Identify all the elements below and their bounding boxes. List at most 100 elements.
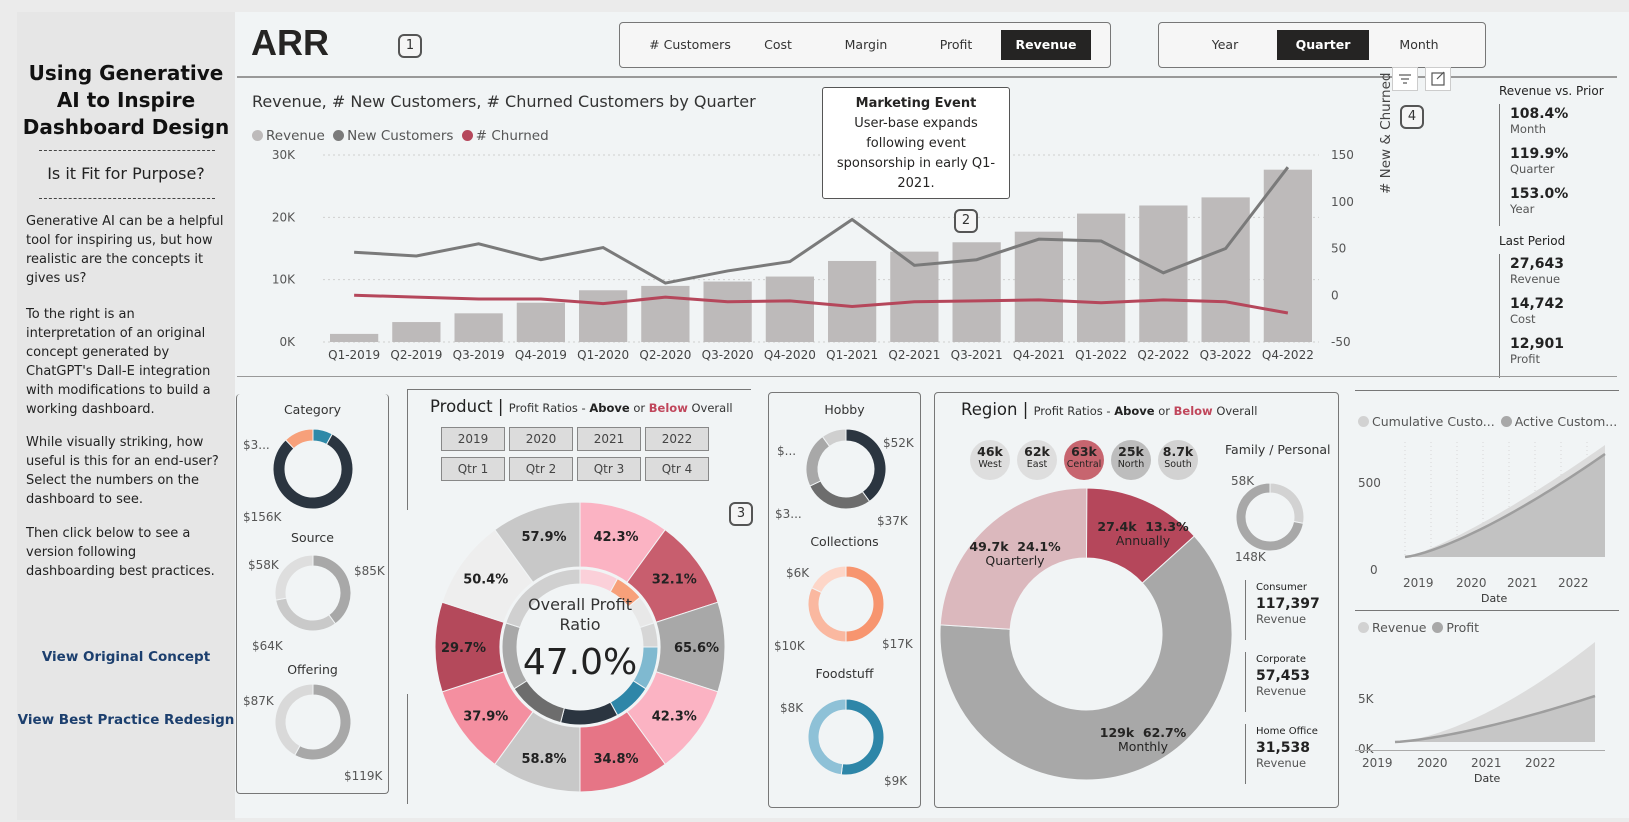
sidebar-paragraph-1: Generative AI can be a helpful tool for … [26, 214, 224, 286]
segment-label: 34.8% [593, 752, 638, 767]
kpi-month[interactable]: 108.4% Month [1510, 106, 1568, 136]
x-axis-label: Date [1474, 772, 1501, 785]
segment-consumer[interactable]: Consumer 117,397 Revenue [1256, 582, 1320, 626]
revenue-bar[interactable] [392, 322, 441, 342]
legend-dot [1432, 622, 1444, 633]
region-bubble-east[interactable]: 62k East [1017, 440, 1057, 480]
or-label: or [629, 401, 649, 415]
title-separator: | [1017, 400, 1034, 419]
kpi-quarter[interactable]: 119.9% Quarter [1510, 146, 1568, 176]
legend-active-customers[interactable]: Active Custom... [1515, 414, 1617, 429]
revenue-bar[interactable] [828, 260, 877, 342]
revenue-bar[interactable] [1263, 169, 1312, 342]
y2-tick-label: 0 [1331, 288, 1339, 302]
kpi-last-profit[interactable]: 12,901 Profit [1510, 336, 1564, 366]
source-donut-slice[interactable] [312, 554, 352, 625]
quarter-slicer-1[interactable]: Qtr 1 [441, 457, 505, 481]
x-axis-label: Date [1481, 592, 1508, 605]
revenue-bar[interactable] [330, 333, 379, 342]
x-tick: 2020 [1456, 576, 1487, 590]
offering-donut-slice[interactable] [274, 683, 314, 756]
bubble-label: East [1026, 459, 1048, 470]
segment-label: 50.4% [463, 573, 508, 588]
category-donut-slice[interactable] [272, 433, 354, 510]
kpi-last-cost[interactable]: 14,742 Cost [1510, 296, 1564, 326]
segment-label: 58.8% [521, 752, 566, 767]
hobby-donut-slice[interactable] [845, 428, 887, 503]
below-label: Below [1173, 404, 1213, 418]
y2-tick-label: 50 [1331, 242, 1346, 256]
divider [407, 389, 751, 391]
revenue-bar[interactable] [579, 290, 628, 342]
revenue-bar[interactable] [454, 313, 503, 342]
divider [237, 376, 1617, 377]
divider [1245, 652, 1246, 712]
revenue-bar[interactable] [952, 242, 1001, 342]
hobby-donut-slice[interactable] [809, 480, 871, 510]
annually-slice-label[interactable]: 27.4k 13.3% Annually [1093, 520, 1193, 548]
legend-profit[interactable]: Profit [1446, 620, 1479, 635]
quarter-slicer-4[interactable]: Qtr 4 [645, 457, 709, 481]
revenue-bar[interactable] [765, 276, 814, 342]
revenue-bar[interactable] [703, 281, 752, 342]
annotation-line: 2021. [897, 176, 935, 191]
year-slicer-2022[interactable]: 2022 [645, 427, 709, 451]
source-label: $58K [248, 558, 279, 572]
y-tick-label: 10K [272, 273, 296, 287]
year-slicer-2019[interactable]: 2019 [441, 427, 505, 451]
revenue-bar[interactable] [641, 285, 690, 342]
view-original-concept-link[interactable]: View Original Concept [17, 649, 235, 665]
marketing-event-annotation: Marketing Event User-base expands follow… [822, 87, 1010, 199]
revenue-bar[interactable] [516, 302, 565, 342]
annotation-line: following event [866, 136, 966, 151]
kpi-year[interactable]: 153.0% Year [1510, 186, 1568, 216]
revenue-bar[interactable] [1077, 213, 1126, 342]
foodstuff-donut-slice[interactable] [840, 698, 885, 776]
region-bubble-west[interactable]: 46k West [970, 440, 1010, 480]
slice-name: Annually [1115, 533, 1171, 548]
source-donut-slice[interactable] [274, 554, 314, 601]
x-tick: 2022 [1558, 576, 1589, 590]
legend-cumulative-customers[interactable]: Cumulative Custo... [1372, 414, 1495, 429]
kpi-value: 14,742 [1510, 296, 1565, 312]
collections-donut-slice[interactable] [810, 565, 847, 594]
revenue-bar[interactable] [1201, 197, 1250, 342]
title-separator: | [492, 397, 509, 416]
foodstuff-donut-slice[interactable] [807, 698, 847, 776]
x-tick-label: Q2-2021 [888, 348, 940, 362]
below-label: Below [648, 401, 688, 415]
info-badge-2[interactable]: 2 [954, 209, 978, 233]
revenue-bar[interactable] [1014, 231, 1063, 342]
info-badge-4[interactable]: 4 [1400, 105, 1424, 129]
year-slicer-2020[interactable]: 2020 [509, 427, 573, 451]
monthly-slice-label[interactable]: 129k 62.7% Monthly [1088, 726, 1198, 754]
divider [1499, 254, 1500, 378]
region-bubble-north[interactable]: 25k North [1111, 440, 1151, 480]
x-tick: 2021 [1471, 756, 1502, 770]
x-tick-label: Q3-2019 [453, 348, 505, 362]
source-donut-slice[interactable] [275, 597, 337, 632]
divider [1499, 104, 1500, 226]
region-bubble-south[interactable]: 8.7k South [1158, 440, 1198, 480]
family-donut-slice[interactable] [1269, 482, 1305, 524]
divider [39, 150, 215, 151]
view-best-practice-link[interactable]: View Best Practice Redesign [17, 712, 235, 728]
offering-label: $87K [243, 694, 274, 708]
segment-corporate[interactable]: Corporate 57,453 Revenue [1256, 654, 1310, 698]
collections-donut-slice[interactable] [845, 565, 885, 643]
quarter-slicer-3[interactable]: Qtr 3 [577, 457, 641, 481]
year-slicer-2021[interactable]: 2021 [577, 427, 641, 451]
center-label-line-2: Ratio [559, 615, 601, 634]
collections-donut-slice[interactable] [807, 587, 847, 643]
kpi-last-revenue[interactable]: 27,643 Revenue [1510, 256, 1564, 286]
legend-revenue[interactable]: Revenue [1372, 620, 1426, 635]
overall-profit-ratio-value[interactable]: 47.0% [495, 642, 665, 683]
annotation-line: User-base expands [854, 116, 978, 131]
quarter-slicer-2[interactable]: Qtr 2 [509, 457, 573, 481]
region-bubble-central[interactable]: 63k Central [1064, 440, 1104, 480]
y-tick: 5K [1358, 692, 1374, 706]
segment-home-office[interactable]: Home Office 31,538 Revenue [1256, 726, 1318, 770]
quarterly-slice-label[interactable]: 49.7k 24.1% Quarterly [965, 540, 1065, 568]
hobby-donut-slice[interactable] [805, 435, 831, 487]
segment-label: Revenue [1256, 684, 1307, 698]
